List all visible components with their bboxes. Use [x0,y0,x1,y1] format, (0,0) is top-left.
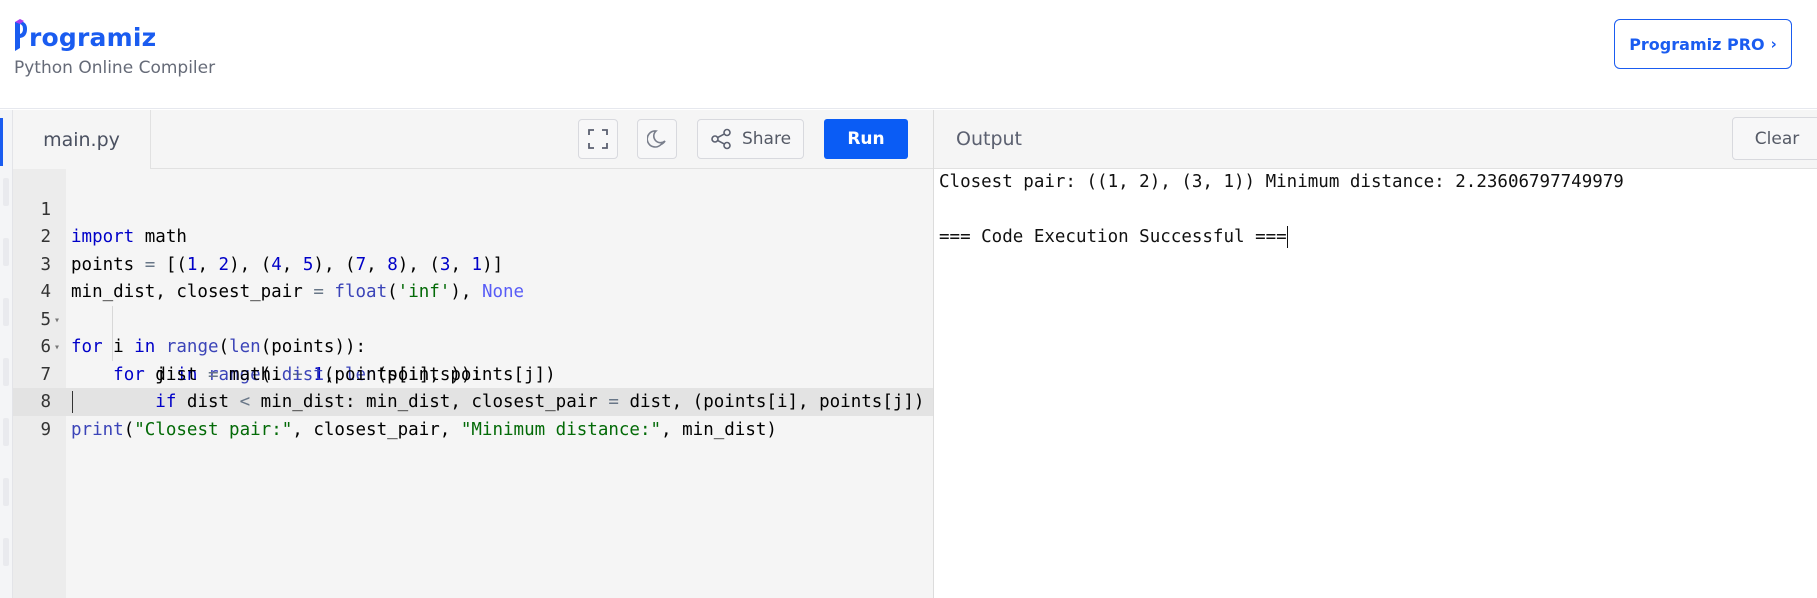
code-line: 9 [13,389,933,440]
output-toolbar [934,110,1817,169]
rail-item[interactable] [3,298,9,326]
rail-item[interactable] [3,538,9,566]
rail-item[interactable] [3,178,9,206]
rail-item[interactable] [3,358,9,386]
text-cursor [72,391,73,413]
tab-main-py[interactable]: main.py [13,110,151,169]
clear-button[interactable]: Clear [1732,117,1817,160]
code-line: 4 ▾ for i in range(len(points)): [13,252,933,357]
pro-button-label: Programiz PRO [1629,34,1765,54]
rail-item[interactable] [3,238,9,266]
top-header: rogramiz Python Online Compiler Programi… [0,0,1817,109]
code-line: 7 if dist < min_dist: min_dist, closest_… [13,334,933,413]
output-text: Closest pair: ((1, 2), (3, 1)) Minimum d… [939,169,1624,252]
logo-text: rogramiz [29,23,157,52]
code-line: 2 points = [(1, 2), (4, 5), (7, 8), (3, … [13,197,933,275]
output-title: Output [956,128,1022,150]
output-line: Closest pair: ((1, 2), (3, 1)) Minimum d… [939,172,1624,192]
programiz-logo[interactable]: rogramiz [14,16,156,52]
share-label: Share [741,129,792,149]
code-line: 5 ▾ for j in range(i + 1, len(points)): [13,279,933,385]
fullscreen-button[interactable] [578,119,618,159]
logo-mark-icon [15,19,27,51]
chevron-right-icon: › [1770,35,1777,53]
line-number: 9 [40,419,51,440]
rail-item[interactable] [3,418,9,446]
code-line: 8 print("Closest pair:", closest_pair, "… [13,362,933,440]
share-button[interactable]: Share [697,119,804,159]
code-line: 6 dist = math.dist(points[i], points[j]) [13,307,933,385]
rail-item[interactable] [3,478,9,506]
output-line-text: === Code Execution Successful === [939,227,1287,247]
fullscreen-icon [588,129,608,149]
rail-active-indicator [0,118,3,166]
output-cursor [1286,226,1288,248]
share-icon [711,128,731,150]
moon-icon [647,130,666,148]
output-line: === Code Execution Successful === [939,224,1624,252]
code-line: 3 min_dist, closest_pair = float('inf'),… [13,224,933,303]
programiz-pro-button[interactable]: Programiz PRO › [1614,19,1792,69]
run-button[interactable]: Run [824,119,908,159]
page-subtitle: Python Online Compiler [14,58,216,78]
code-lines[interactable]: 1 import math 2 points = [(1, 2), (4, 5)… [13,169,933,440]
code-line: 1 import math [13,169,933,248]
theme-toggle-button[interactable] [637,119,677,159]
